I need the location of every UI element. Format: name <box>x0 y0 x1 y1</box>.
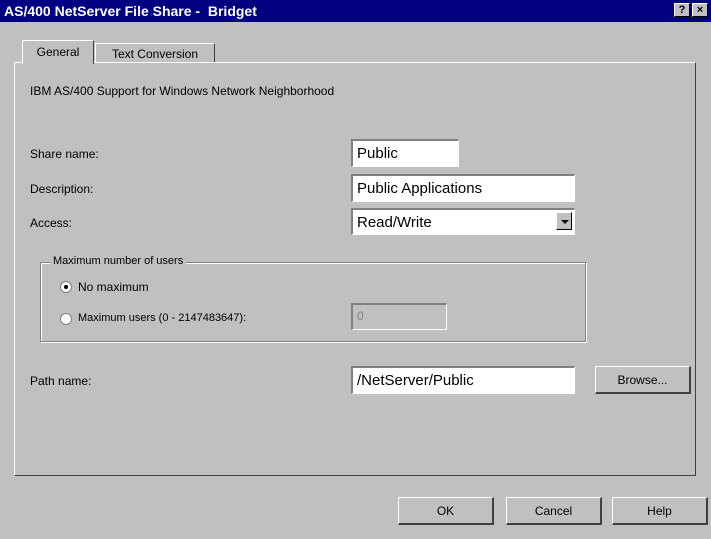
path-name-label: Path name: <box>30 374 92 388</box>
ok-button[interactable]: OK <box>398 497 494 525</box>
max-users-legend: Maximum number of users <box>50 255 187 267</box>
max-users-groupbox <box>40 262 586 342</box>
help-button-label: Help <box>647 504 672 518</box>
max-users-label: Maximum users (0 - 2147483647): <box>78 312 247 324</box>
browse-button-label: Browse... <box>617 373 668 387</box>
browse-button[interactable]: Browse... <box>595 366 691 394</box>
chevron-down-icon[interactable] <box>556 212 572 230</box>
tab-general[interactable]: General <box>22 40 94 64</box>
tab-text-conversion[interactable]: Text Conversion <box>95 43 215 62</box>
description-input[interactable]: Public Applications <box>351 174 575 202</box>
cancel-button-label: Cancel <box>534 504 573 518</box>
description-label: Description: <box>30 182 94 196</box>
no-maximum-radio[interactable] <box>60 281 72 293</box>
share-name-label: Share name: <box>30 147 99 161</box>
title-bar: AS/400 NetServer File Share - Bridget ? … <box>0 0 711 22</box>
max-users-radio[interactable] <box>60 313 72 325</box>
dialog-window: AS/400 NetServer File Share - Bridget ? … <box>0 0 711 539</box>
help-button[interactable]: Help <box>612 497 708 525</box>
close-icon[interactable]: × <box>692 3 708 17</box>
max-users-input[interactable]: 0 <box>351 303 447 330</box>
access-label: Access: <box>30 216 73 230</box>
share-name-input[interactable]: Public <box>351 139 459 167</box>
tab-text-conversion-label: Text Conversion <box>111 47 199 61</box>
access-dropdown-value: Read/Write <box>357 214 432 231</box>
window-title: AS/400 NetServer File Share - Bridget <box>4 3 257 19</box>
tab-general-label: General <box>36 45 80 59</box>
no-maximum-label: No maximum <box>78 280 149 294</box>
ok-button-label: OK <box>436 504 455 518</box>
path-name-input[interactable]: /NetServer/Public <box>351 366 575 394</box>
support-description: IBM AS/400 Support for Windows Network N… <box>30 84 335 98</box>
cancel-button[interactable]: Cancel <box>506 497 602 525</box>
access-dropdown[interactable]: Read/Write <box>351 208 575 235</box>
help-icon[interactable]: ? <box>674 3 690 17</box>
